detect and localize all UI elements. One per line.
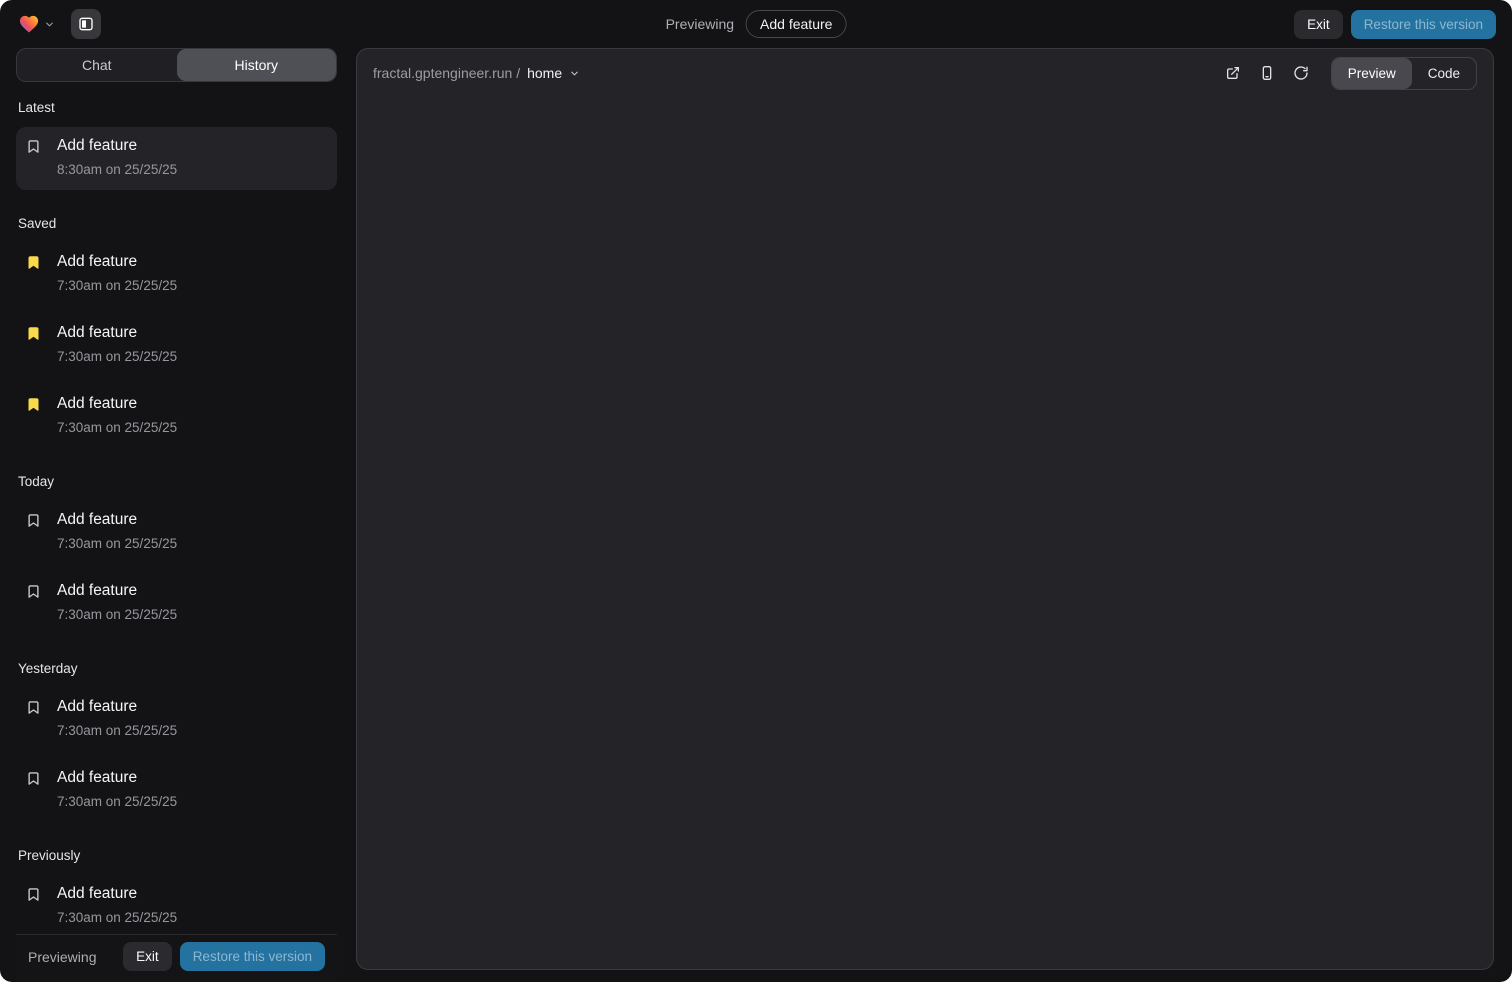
history-item-title: Add feature [57,394,177,414]
mobile-view-button[interactable] [1253,59,1281,87]
mobile-view-icon [1259,65,1275,81]
sidebar-tab-switcher: Chat History [16,48,337,82]
preview-panel: fractal.gptengineer.run / home [356,48,1494,970]
history-item[interactable]: Add feature 7:30am on 25/25/25 [16,385,337,448]
history-item-title: Add feature [57,697,177,717]
history-item-timestamp: 7:30am on 25/25/25 [57,348,177,366]
preview-toolbar: fractal.gptengineer.run / home [357,49,1493,97]
history-item[interactable]: Add feature 7:30am on 25/25/25 [16,688,337,751]
history-item[interactable]: Add feature 7:30am on 25/25/25 [16,759,337,822]
previewing-status-label: Previewing [666,16,734,32]
footer-exit-button[interactable]: Exit [123,942,172,971]
history-sidebar: Chat History Latest Add feature 8:30am o… [16,48,337,982]
history-item[interactable]: Add feature 7:30am on 25/25/25 [16,314,337,377]
history-item[interactable]: Add feature 7:30am on 25/25/25 [16,243,337,306]
footer-previewing-label: Previewing [28,949,96,965]
version-badge: Add feature [746,10,846,38]
history-item[interactable]: Add feature 7:30am on 25/25/25 [16,875,337,934]
chevron-down-icon [569,68,580,79]
panel-left-icon [78,16,94,32]
open-in-new-tab-button[interactable] [1219,59,1247,87]
bookmark-saved-icon [26,397,41,412]
history-item-timestamp: 7:30am on 25/25/25 [57,909,177,927]
bookmark-saved-icon [26,255,41,270]
section-title: Saved [18,216,335,231]
history-item-timestamp: 7:30am on 25/25/25 [57,722,177,740]
history-section: Latest Add feature 8:30am on 25/25/25 [16,100,337,190]
url-current-page: home [527,65,562,81]
lovable-heart-logo [18,14,40,34]
history-item-title: Add feature [57,768,177,788]
bookmark-icon [26,771,41,786]
bookmark-icon [26,700,41,715]
footer-restore-version-button[interactable]: Restore this version [180,942,325,971]
history-section: Today Add feature 7:30am on 25/25/25 Add [16,474,337,635]
url-prefix: fractal.gptengineer.run / [373,65,520,81]
history-list: Latest Add feature 8:30am on 25/25/25 Sa… [16,82,337,934]
history-item-timestamp: 7:30am on 25/25/25 [57,793,177,811]
history-section: Previously Add feature 7:30am on 25/25/2… [16,848,337,934]
workspace-menu-button[interactable] [16,12,57,36]
history-section: Yesterday Add feature 7:30am on 25/25/25 [16,661,337,822]
history-item-timestamp: 8:30am on 25/25/25 [57,161,177,179]
history-item-title: Add feature [57,581,177,601]
history-item-timestamp: 7:30am on 25/25/25 [57,277,177,295]
history-item[interactable]: Add feature 7:30am on 25/25/25 [16,501,337,564]
section-title: Today [18,474,335,489]
history-item-title: Add feature [57,323,177,343]
app-window: Previewing Add feature Exit Restore this… [0,0,1512,982]
tab-code[interactable]: Code [1412,58,1476,89]
refresh-icon [1293,65,1309,81]
history-item-timestamp: 7:30am on 25/25/25 [57,419,177,437]
view-mode-switcher: Preview Code [1331,57,1477,90]
tab-chat[interactable]: Chat [17,49,177,81]
bookmark-icon [26,584,41,599]
tab-preview[interactable]: Preview [1332,58,1412,89]
history-item-title: Add feature [57,510,177,530]
toggle-sidebar-button[interactable] [71,9,101,39]
history-item-title: Add feature [57,136,177,156]
app-preview-viewport[interactable] [357,97,1493,969]
open-in-new-tab-icon [1225,65,1241,81]
top-bar: Previewing Add feature Exit Restore this… [0,0,1512,48]
bookmark-icon [26,139,41,154]
section-title: Yesterday [18,661,335,676]
chevron-down-icon [44,19,55,30]
history-section: Saved Add feature 7:30am on 25/25/25 Add [16,216,337,448]
history-item[interactable]: Add feature 8:30am on 25/25/25 [16,127,337,190]
history-item-timestamp: 7:30am on 25/25/25 [57,606,177,624]
sidebar-footer: Previewing Exit Restore this version [16,934,337,982]
history-item-title: Add feature [57,252,177,272]
exit-button[interactable]: Exit [1294,10,1343,39]
history-item-title: Add feature [57,884,177,904]
bookmark-icon [26,887,41,902]
history-item-timestamp: 7:30am on 25/25/25 [57,535,177,553]
tab-history[interactable]: History [177,49,337,81]
url-route-selector[interactable]: fractal.gptengineer.run / home [373,65,580,81]
restore-version-button[interactable]: Restore this version [1351,10,1496,39]
history-item[interactable]: Add feature 7:30am on 25/25/25 [16,572,337,635]
bookmark-icon [26,513,41,528]
refresh-button[interactable] [1287,59,1315,87]
section-title: Previously [18,848,335,863]
bookmark-saved-icon [26,326,41,341]
section-title: Latest [18,100,335,115]
